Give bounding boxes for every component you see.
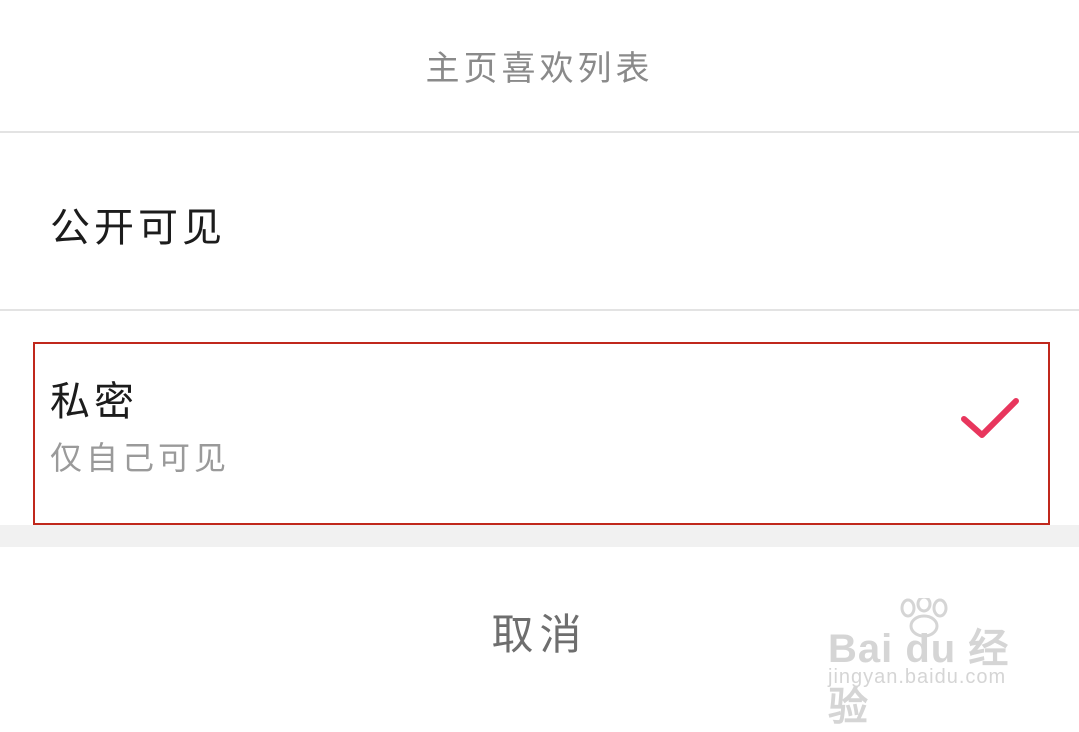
option-public[interactable]: 公开可见 (0, 133, 1079, 311)
option-public-label: 公开可见 (50, 205, 226, 251)
cancel-button-label: 取消 (491, 610, 588, 659)
visibility-bottom-sheet: 主页喜欢列表 公开可见 私密 仅自己可见 取消 Bai du 经验 jingya… (0, 0, 1079, 729)
sheet-header: 主页喜欢列表 (0, 0, 1079, 133)
cancel-button[interactable]: 取消 (0, 547, 1079, 716)
checkmark-icon (961, 398, 1019, 438)
option-private-sublabel: 仅自己可见 (50, 439, 231, 477)
section-divider (0, 525, 1079, 547)
option-private[interactable]: 私密 仅自己可见 (0, 311, 1079, 525)
option-private-label: 私密 (50, 379, 138, 425)
sheet-title: 主页喜欢列表 (425, 49, 654, 89)
